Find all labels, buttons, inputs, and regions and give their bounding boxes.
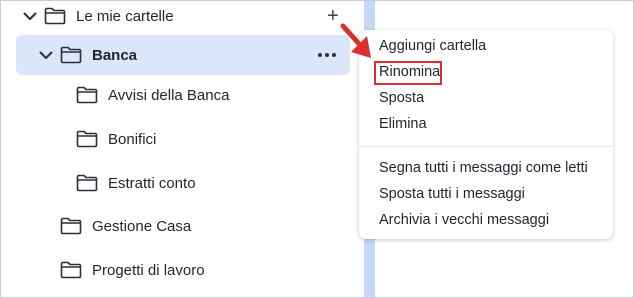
- folder-row-estratti[interactable]: Estratti conto: [76, 163, 346, 203]
- menu-separator: [359, 146, 613, 147]
- folder-icon: [44, 7, 66, 25]
- folder-icon: [60, 46, 82, 64]
- folder-row-progetti[interactable]: Progetti di lavoro: [60, 250, 346, 290]
- folder-label: Le mie cartelle: [76, 7, 174, 25]
- folder-row-banca[interactable]: Banca: [16, 35, 350, 75]
- folder-label: Avvisi della Banca: [108, 86, 230, 104]
- folder-icon: [60, 261, 82, 279]
- folder-icon: [76, 130, 98, 148]
- folder-row-avvisi[interactable]: Avvisi della Banca: [76, 75, 346, 115]
- folder-label: Banca: [92, 46, 138, 64]
- folder-root-row[interactable]: Le mie cartelle: [22, 0, 352, 36]
- menu-item-sposta-tutti[interactable]: Sposta tutti i messaggi: [379, 186, 525, 202]
- folder-label: Gestione Casa: [92, 217, 192, 235]
- folder-label: Bonifici: [108, 130, 157, 148]
- folder-icon: [76, 174, 98, 192]
- more-options-icon: [318, 53, 322, 57]
- menu-item-segna-letti[interactable]: Segna tutti i messaggi come letti: [379, 160, 588, 176]
- more-options-button[interactable]: [318, 53, 336, 57]
- menu-item-archivia[interactable]: Archivia i vecchi messaggi: [379, 212, 549, 228]
- folder-row-gestione-casa[interactable]: Gestione Casa: [60, 206, 346, 246]
- folder-icon: [60, 217, 82, 235]
- folder-label: Estratti conto: [108, 174, 196, 192]
- chevron-down-icon[interactable]: [38, 47, 54, 63]
- folder-row-bonifici[interactable]: Bonifici: [76, 119, 346, 159]
- menu-item-elimina[interactable]: Elimina: [379, 116, 427, 132]
- folder-label: Progetti di lavoro: [92, 261, 205, 279]
- folder-icon: [76, 86, 98, 104]
- red-arrow-icon: [340, 23, 371, 58]
- chevron-down-icon[interactable]: [22, 8, 38, 24]
- highlight-rinomina: [374, 61, 442, 85]
- menu-item-sposta[interactable]: Sposta: [379, 90, 424, 106]
- menu-item-aggiungi-cartella[interactable]: Aggiungi cartella: [379, 38, 486, 54]
